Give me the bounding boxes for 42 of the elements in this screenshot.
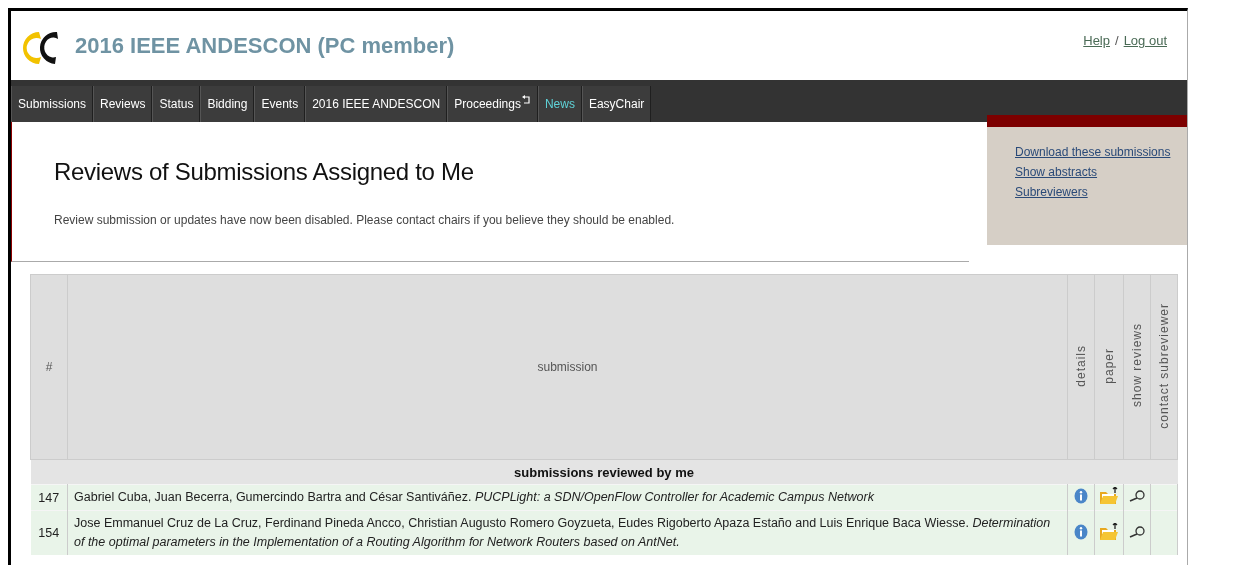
logout-link[interactable]: Log out — [1123, 33, 1167, 48]
info-icon — [1074, 488, 1088, 504]
paper-link[interactable] — [1099, 522, 1119, 541]
folder-icon — [1099, 522, 1119, 541]
details-link[interactable] — [1074, 488, 1088, 504]
notice-text: Review submission or updates have now been disabled. Please contact chairs if you believe they should be enabled. — [54, 213, 676, 227]
show-reviews-link[interactable] — [1128, 525, 1146, 538]
details-link[interactable] — [1074, 523, 1088, 540]
sidebar-link[interactable]: Subreviewers — [1015, 185, 1187, 199]
column-header: paper — [1094, 274, 1124, 460]
menu-tab[interactable]: EasyChair — [581, 86, 652, 122]
show-reviews-link[interactable] — [1128, 490, 1146, 502]
sidebar-link[interactable]: Download these submissions — [1015, 145, 1187, 159]
info-icon — [1074, 523, 1088, 540]
table-cell: 147 — [30, 484, 68, 511]
help-link[interactable]: Help — [1083, 33, 1110, 48]
separator: / — [1115, 33, 1119, 48]
menu-tab[interactable]: 2016 IEEE ANDESCON — [305, 86, 448, 122]
menu-tab[interactable]: Reviews — [93, 86, 153, 122]
group-header: submissions reviewed by me — [30, 459, 1178, 485]
table-cell: Gabriel Cuba, Juan Becerra, Gumercindo Bartra and César Santiváñez. PUCPLight: a SDN/OpenFlow Controller for Academic Campus Network — [67, 484, 1068, 511]
column-header: show reviews — [1123, 274, 1151, 460]
site-title: 2016 IEEE ANDESCON (PC member) — [75, 32, 455, 59]
column-header: submission — [67, 274, 1068, 460]
page-heading: Reviews of Submissions Assigned to Me — [54, 158, 475, 186]
folder-icon — [1099, 487, 1119, 505]
paper-link[interactable] — [1099, 487, 1119, 505]
sidebar-link[interactable]: Show abstracts — [1015, 165, 1187, 179]
menu-tab[interactable]: Bidding — [200, 86, 255, 122]
magnifier-icon — [1128, 490, 1146, 502]
menu-tab[interactable]: News — [537, 86, 582, 122]
menu-tab[interactable]: Submissions — [11, 86, 94, 122]
menu-tab[interactable]: Status — [152, 86, 201, 122]
menu-tab[interactable]: Events — [254, 86, 306, 122]
column-header: contact subreviewer — [1150, 274, 1178, 460]
menu-tab[interactable]: Proceedings — [447, 86, 538, 122]
magnifier-icon — [1128, 525, 1146, 538]
table-cell: 154 — [30, 510, 68, 555]
return-arrow-icon — [521, 94, 531, 106]
table-cell: Jose Emmanuel Cruz de La Cruz, Ferdinand Pineda Ancco, Christian Augusto Romero Goyzueta, Eudes Rigoberto Apaza Estaño and Luis Enrique Baca Wiesse. Determination of the optimal parameters in the Implementation of a Routing Algorithm for Network Routers based on AntNet. — [67, 510, 1068, 555]
column-header: # — [30, 274, 68, 460]
column-header: details — [1067, 274, 1095, 460]
